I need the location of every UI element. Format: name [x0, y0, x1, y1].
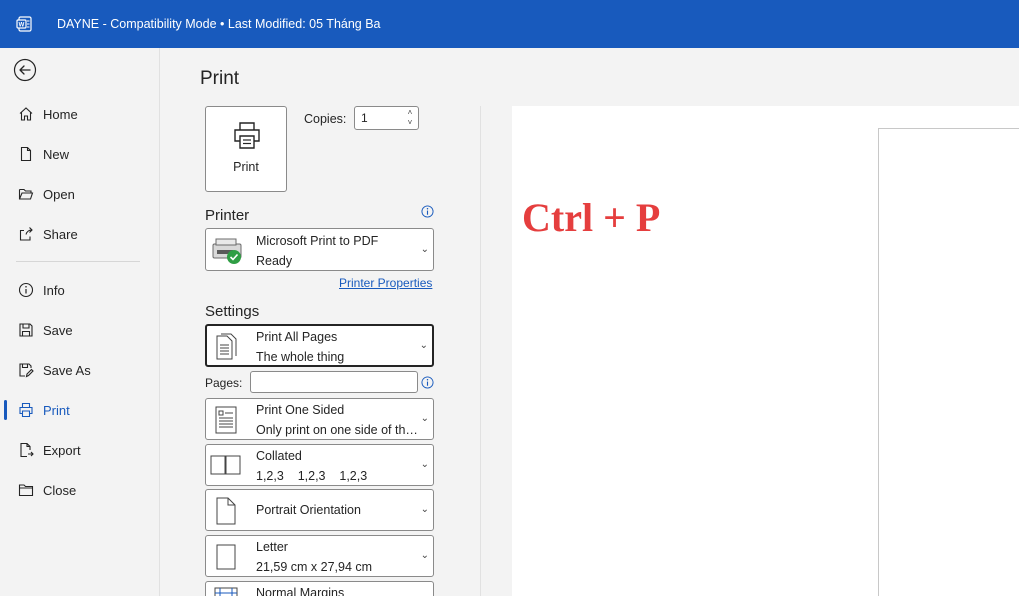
- margins-title: Normal Margins: [256, 586, 345, 596]
- margins-icon: [214, 587, 238, 596]
- nav-item-label: Home: [43, 106, 78, 122]
- nav-item-export[interactable]: Export: [0, 432, 160, 468]
- print-preview: Ctrl + P: [512, 106, 1019, 596]
- nav-item-label: Print: [43, 402, 70, 418]
- orientation-title: Portrait Orientation: [256, 503, 361, 517]
- printer-properties-link[interactable]: Printer Properties: [339, 276, 432, 290]
- save-as-icon: [17, 361, 35, 379]
- all-pages-icon: [216, 333, 237, 360]
- nav-item-print[interactable]: Print: [0, 392, 160, 428]
- nav-item-share[interactable]: Share: [0, 216, 160, 252]
- printer-ready-icon: [212, 238, 242, 264]
- chevron-down-icon: ⌄: [420, 459, 429, 470]
- printer-name: Microsoft Print to PDF: [256, 234, 379, 248]
- nav-item-label: New: [43, 146, 70, 162]
- copies-value: 1: [361, 111, 368, 125]
- back-arrow-icon[interactable]: [13, 58, 37, 82]
- save-icon: [17, 321, 35, 339]
- nav-item-close[interactable]: Close: [0, 472, 160, 508]
- collation-dropdown[interactable]: Collated 1,2,3 1,2,3 1,2,3 ⌄: [205, 444, 434, 486]
- portrait-icon: [216, 497, 236, 525]
- chevron-down-icon: ⌄: [420, 413, 429, 424]
- backstage-nav: Home New Open Share Info Save Save As Pr…: [0, 48, 160, 596]
- chevron-down-icon: ⌄: [419, 339, 428, 351]
- paper-size-title: Letter: [256, 540, 288, 554]
- sides-title: Print One Sided: [256, 403, 345, 417]
- info-icon: [17, 281, 35, 299]
- nav-divider: [16, 261, 140, 262]
- nav-item-info[interactable]: Info: [0, 272, 160, 308]
- svg-text:W: W: [19, 23, 25, 29]
- page-title: Print: [200, 68, 240, 89]
- print-range-subtitle: The whole thing: [256, 350, 345, 364]
- paper-size-icon: [216, 544, 236, 570]
- copies-label: Copies:: [304, 112, 347, 126]
- nav-item-label: Save As: [43, 362, 91, 378]
- paper-size-dropdown[interactable]: Letter 21,59 cm x 27,94 cm ⌄: [205, 535, 434, 577]
- title-bar: W DAYNE - Compatibility Mode • Last Modi…: [0, 0, 1019, 48]
- export-icon: [17, 441, 35, 459]
- collated-icon: [210, 455, 241, 475]
- chevron-down-icon: ⌄: [420, 504, 429, 515]
- settings-section-title: Settings: [205, 303, 260, 320]
- collation-title: Collated: [256, 449, 302, 463]
- nav-item-label: Info: [43, 282, 65, 298]
- orientation-dropdown[interactable]: Portrait Orientation ⌄: [205, 489, 434, 531]
- nav-item-new[interactable]: New: [0, 136, 160, 172]
- sides-subtitle: Only print on one side of the...: [256, 423, 421, 437]
- print-range-dropdown[interactable]: Print All Pages The whole thing ⌄: [205, 324, 434, 367]
- copies-spin[interactable]: ˄ ˅: [406, 108, 414, 128]
- printer-icon: [234, 122, 260, 149]
- nav-item-label: Save: [43, 322, 73, 338]
- collation-subtitle: 1,2,3 1,2,3 1,2,3: [256, 469, 368, 483]
- chevron-down-icon: ⌄: [420, 243, 429, 255]
- one-sided-icon: [215, 406, 237, 434]
- open-folder-icon: [17, 185, 35, 203]
- print-panel: Print Print Copies: 1 ˄ ˅ Printer Microso…: [161, 48, 1019, 596]
- paper-size-subtitle: 21,59 cm x 27,94 cm: [256, 560, 373, 574]
- nav-item-save[interactable]: Save: [0, 312, 160, 348]
- word-icon: W: [16, 16, 32, 32]
- printer-section-title: Printer: [205, 207, 250, 224]
- pages-input[interactable]: [250, 371, 418, 393]
- shortcut-overlay: Ctrl + P: [522, 195, 661, 240]
- print-icon: [17, 401, 35, 419]
- print-button[interactable]: Print: [205, 106, 287, 192]
- nav-item-label: Open: [43, 186, 75, 202]
- sides-dropdown[interactable]: Print One Sided Only print on one side o…: [205, 398, 434, 440]
- preview-page: [878, 128, 1019, 596]
- home-icon: [17, 105, 35, 123]
- nav-item-home[interactable]: Home: [0, 96, 160, 132]
- close-folder-icon: [17, 481, 35, 499]
- printer-status: Ready: [256, 254, 293, 268]
- panel-divider: [480, 106, 481, 596]
- print-button-label: Print: [233, 160, 259, 174]
- chevron-down-icon: ⌄: [420, 550, 429, 561]
- margins-dropdown[interactable]: Normal Margins: [205, 581, 434, 596]
- new-document-icon: [17, 145, 35, 163]
- nav-item-open[interactable]: Open: [0, 176, 160, 212]
- share-icon: [17, 225, 35, 243]
- nav-item-label: Close: [43, 482, 77, 498]
- nav-item-label: Export: [43, 442, 81, 458]
- copies-stepper[interactable]: 1 ˄ ˅: [354, 106, 419, 130]
- nav-item-label: Share: [43, 226, 78, 242]
- pages-label: Pages:: [205, 376, 243, 390]
- printer-dropdown[interactable]: Microsoft Print to PDF Ready ⌄: [205, 228, 434, 271]
- printer-info-icon[interactable]: [421, 205, 434, 218]
- window-title: DAYNE - Compatibility Mode • Last Modifi…: [57, 17, 381, 31]
- print-range-title: Print All Pages: [256, 330, 338, 344]
- nav-item-save-as[interactable]: Save As: [0, 352, 160, 388]
- pages-info-icon[interactable]: [421, 376, 434, 389]
